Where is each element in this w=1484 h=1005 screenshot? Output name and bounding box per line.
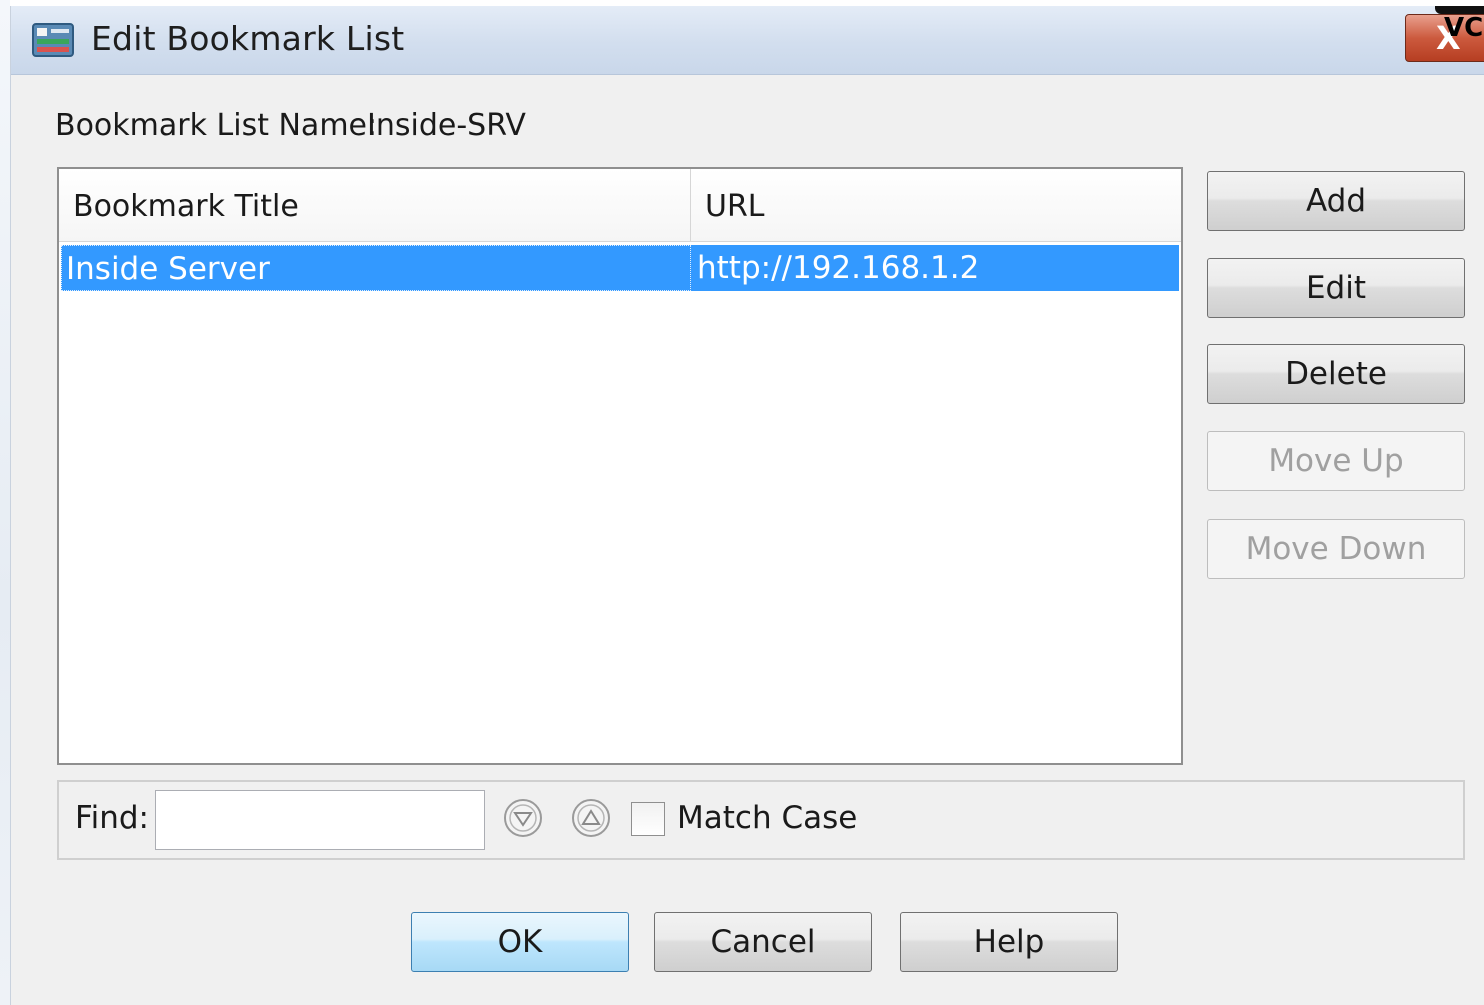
find-input[interactable] (155, 790, 485, 850)
add-button[interactable]: Add (1207, 171, 1465, 231)
corner-badge: VCE (1444, 13, 1484, 43)
find-bar: Find: Match Case (57, 780, 1465, 860)
table-header: Bookmark Title URL (59, 169, 1181, 242)
edit-bookmark-list-dialog: Edit Bookmark List X VCE Bookmark List N… (10, 6, 1484, 1005)
bookmark-list-app-icon (32, 23, 74, 57)
circle-down-icon[interactable] (503, 798, 543, 838)
cell-bookmark-title[interactable]: Inside Server (61, 245, 691, 291)
cell-url[interactable]: http://192.168.1.2 (693, 245, 1179, 291)
bookmark-table: Bookmark Title URL Inside Server http://… (57, 167, 1183, 765)
match-case-label: Match Case (677, 800, 858, 836)
delete-button[interactable]: Delete (1207, 344, 1465, 404)
edit-button[interactable]: Edit (1207, 258, 1465, 318)
list-name-label: Bookmark List Name: (55, 108, 378, 143)
background-strip (0, 0, 10, 1005)
column-header-bookmark-title[interactable]: Bookmark Title (59, 169, 691, 241)
close-button[interactable]: X VCE (1405, 13, 1484, 62)
cancel-button[interactable]: Cancel (654, 912, 872, 972)
move-up-button[interactable]: Move Up (1207, 431, 1465, 491)
list-name-value: Inside-SRV (367, 108, 526, 143)
match-case-checkbox[interactable] (631, 802, 665, 836)
circle-up-icon[interactable] (571, 798, 611, 838)
title-bar: Edit Bookmark List X VCE (11, 6, 1484, 75)
move-down-button[interactable]: Move Down (1207, 519, 1465, 579)
find-label: Find: (75, 800, 149, 836)
column-header-url[interactable]: URL (691, 169, 1181, 241)
ok-button[interactable]: OK (411, 912, 629, 972)
table-row[interactable]: Inside Server http://192.168.1.2 (61, 245, 1179, 291)
dialog-title: Edit Bookmark List (91, 19, 405, 58)
help-button[interactable]: Help (900, 912, 1118, 972)
